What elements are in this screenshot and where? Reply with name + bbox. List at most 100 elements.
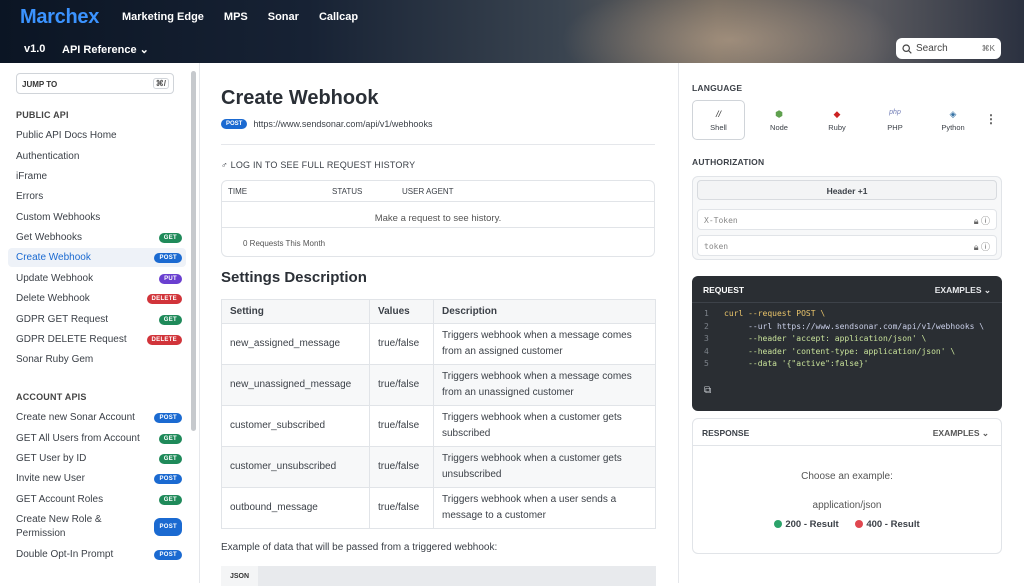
method-badge: DELETE <box>146 293 182 304</box>
error-dot-icon <box>855 520 864 528</box>
values-cell: true/false <box>369 323 434 365</box>
table-header-row: Setting Values Description <box>221 299 656 324</box>
values-cell: true/false <box>369 405 434 447</box>
endpoint-url-row: POST https://www.sendsonar.com/api/v1/we… <box>221 119 432 129</box>
code-line: 4 --header 'content-type: application/js… <box>704 346 956 356</box>
lang-ruby[interactable]: ◆ Ruby <box>808 100 866 140</box>
version-selector[interactable]: v1.0 <box>24 43 45 55</box>
sidebar-item-public-api-docs-home[interactable]: Public API Docs Home <box>8 126 186 145</box>
description-cell: Triggers webhook when a customer gets un… <box>433 446 656 488</box>
jump-to-input[interactable]: JUMP TO ⌘/ <box>16 73 174 94</box>
sidebar-item-label: Public API Docs Home <box>16 130 117 141</box>
response-header: RESPONSE EXAMPLES ⌄ <box>693 419 1001 446</box>
search-button[interactable]: Search ⌘K <box>896 38 1001 59</box>
top-header: Marchex Marketing Edge MPS Sonar Callcap… <box>0 0 1024 63</box>
table-header-values: Values <box>369 299 434 324</box>
nav-mps[interactable]: MPS <box>224 11 248 23</box>
request-code: 1 curl --request POST \ 2 --url https://ww… <box>704 308 984 371</box>
sidebar-item-update-webhook[interactable]: Update Webhook PUT <box>8 269 186 288</box>
method-badge: GET <box>158 232 182 243</box>
copy-icon[interactable]: ⧉ <box>704 385 711 396</box>
result-400-button[interactable]: 400 - Result <box>855 519 920 530</box>
setting-cell: new_assigned_message <box>221 323 370 365</box>
nav-sonar[interactable]: Sonar <box>268 11 299 23</box>
sidebar-item-create-webhook[interactable]: Create Webhook POST <box>8 248 186 267</box>
method-badge: POST <box>154 252 182 263</box>
more-languages-icon[interactable]: ⋮ <box>985 112 997 126</box>
table-row: outbound_message true/false Triggers webho… <box>221 487 656 529</box>
result-400-label: 400 - Result <box>866 519 920 530</box>
page-title: Create Webhook <box>221 87 379 109</box>
sidebar-item-authentication[interactable]: Authentication <box>8 147 186 166</box>
authorization-box: Header +1 X-Token 🔒︎ ⓘ token 🔒︎ ⓘ <box>692 176 1002 260</box>
sidebar-item-get-all-users[interactable]: GET All Users from Account GET <box>8 429 186 448</box>
sidebar-item-double-opt-in[interactable]: Double Opt-In Prompt POST <box>8 545 186 564</box>
sidebar-item-gdpr-delete-request[interactable]: GDPR DELETE Request DELETE <box>8 330 186 349</box>
sidebar: JUMP TO ⌘/ PUBLIC API Public API Docs Ho… <box>0 63 200 583</box>
sidebar-item-create-sonar-account[interactable]: Create new Sonar Account POST <box>8 408 186 427</box>
method-badge: DELETE <box>146 334 182 345</box>
request-history-table: TIME STATUS USER AGENT Make a request to… <box>221 180 655 257</box>
auth-header-tab[interactable]: Header +1 <box>697 180 997 200</box>
sidebar-item-gdpr-get-request[interactable]: GDPR GET Request GET <box>8 310 186 329</box>
sidebar-item-label: Delete Webhook <box>16 293 90 304</box>
brand-logo[interactable]: Marchex <box>20 6 99 29</box>
sidebar-item-custom-webhooks[interactable]: Custom Webhooks <box>8 208 186 227</box>
login-history-link[interactable]: ♂ LOG IN TO SEE FULL REQUEST HISTORY <box>221 160 415 170</box>
lang-php[interactable]: php PHP <box>866 100 924 140</box>
x-token-field[interactable]: X-Token 🔒︎ ⓘ <box>697 209 997 230</box>
sidebar-item-invite-new-user[interactable]: Invite new User POST <box>8 469 186 488</box>
description-cell: Triggers webhook when a message comes fr… <box>433 323 656 365</box>
method-badge: POST <box>154 518 182 536</box>
api-reference-dropdown[interactable]: API Reference ⌄ <box>62 43 149 56</box>
method-badge: POST <box>221 119 248 129</box>
sidebar-item-get-user-by-id[interactable]: GET User by ID GET <box>8 449 186 468</box>
lock-icon: 🔒︎ ⓘ <box>973 216 990 226</box>
divider <box>221 144 655 145</box>
sidebar-item-get-webhooks[interactable]: Get Webhooks GET <box>8 228 186 247</box>
history-footer: 0 Requests This Month <box>222 227 654 257</box>
method-badge: GET <box>158 453 182 464</box>
result-200-button[interactable]: 200 - Result <box>774 519 839 530</box>
sidebar-item-iframe[interactable]: iFrame <box>8 167 186 186</box>
section-account-apis: ACCOUNT APIS <box>16 392 87 402</box>
history-empty-message: Make a request to see history. <box>374 213 502 224</box>
sidebar-item-label: Get Webhooks <box>16 232 82 243</box>
setting-cell: customer_unsubscribed <box>221 446 370 488</box>
response-examples-dropdown[interactable]: EXAMPLES ⌄ <box>933 428 989 439</box>
request-examples-dropdown[interactable]: EXAMPLES ⌄ <box>935 285 991 296</box>
values-cell: true/false <box>369 487 434 529</box>
sidebar-item-label: Sonar Ruby Gem <box>16 354 94 365</box>
lang-label: Node <box>770 122 788 132</box>
main-content: Create Webhook POST https://www.sendsona… <box>200 63 678 586</box>
sidebar-item-errors[interactable]: Errors <box>8 187 186 206</box>
code-line: 3 --header 'accept: application/json' \ <box>704 334 927 343</box>
language-label: LANGUAGE <box>692 83 743 93</box>
sidebar-scrollbar[interactable] <box>191 71 196 431</box>
nav-marketing-edge[interactable]: Marketing Edge <box>122 11 204 23</box>
table-row: customer_unsubscribed true/false Triggers … <box>221 446 656 488</box>
jump-to-label: JUMP TO <box>22 80 58 89</box>
request-label: REQUEST <box>703 285 745 295</box>
lang-node[interactable]: ⬢ Node <box>750 100 808 140</box>
token-field[interactable]: token 🔒︎ ⓘ <box>697 235 997 256</box>
response-label: RESPONSE <box>702 428 750 438</box>
sidebar-item-label: Update Webhook <box>16 273 94 284</box>
lang-python[interactable]: ◈ Python <box>924 100 982 140</box>
sidebar-item-delete-webhook[interactable]: Delete Webhook DELETE <box>8 289 186 308</box>
nav-callcap[interactable]: Callcap <box>319 11 358 23</box>
example-text: Example of data that will be passed from… <box>221 542 498 553</box>
response-panel: RESPONSE EXAMPLES ⌄ Choose an example: a… <box>692 418 1002 554</box>
sidebar-item-create-new-role[interactable]: Create New Role & Permission POST <box>8 512 186 542</box>
lang-label: Ruby <box>828 122 846 132</box>
token-placeholder: token <box>704 242 729 251</box>
table-header-setting: Setting <box>221 299 370 324</box>
sidebar-item-get-account-roles[interactable]: GET Account Roles GET <box>8 490 186 509</box>
sidebar-item-label: Create New Role & Permission <box>16 514 102 539</box>
lang-shell[interactable]: // Shell <box>692 100 745 140</box>
sidebar-item-sonar-ruby-gem[interactable]: Sonar Ruby Gem <box>8 350 186 369</box>
json-tab[interactable]: JSON <box>221 566 258 586</box>
table-row: new_unassigned_message true/false Triggers… <box>221 364 656 406</box>
right-panel: LANGUAGE // Shell ⬢ Node ◆ Ruby php PHP ◈ Pyt… <box>678 63 1024 583</box>
shell-icon: // <box>715 108 721 119</box>
